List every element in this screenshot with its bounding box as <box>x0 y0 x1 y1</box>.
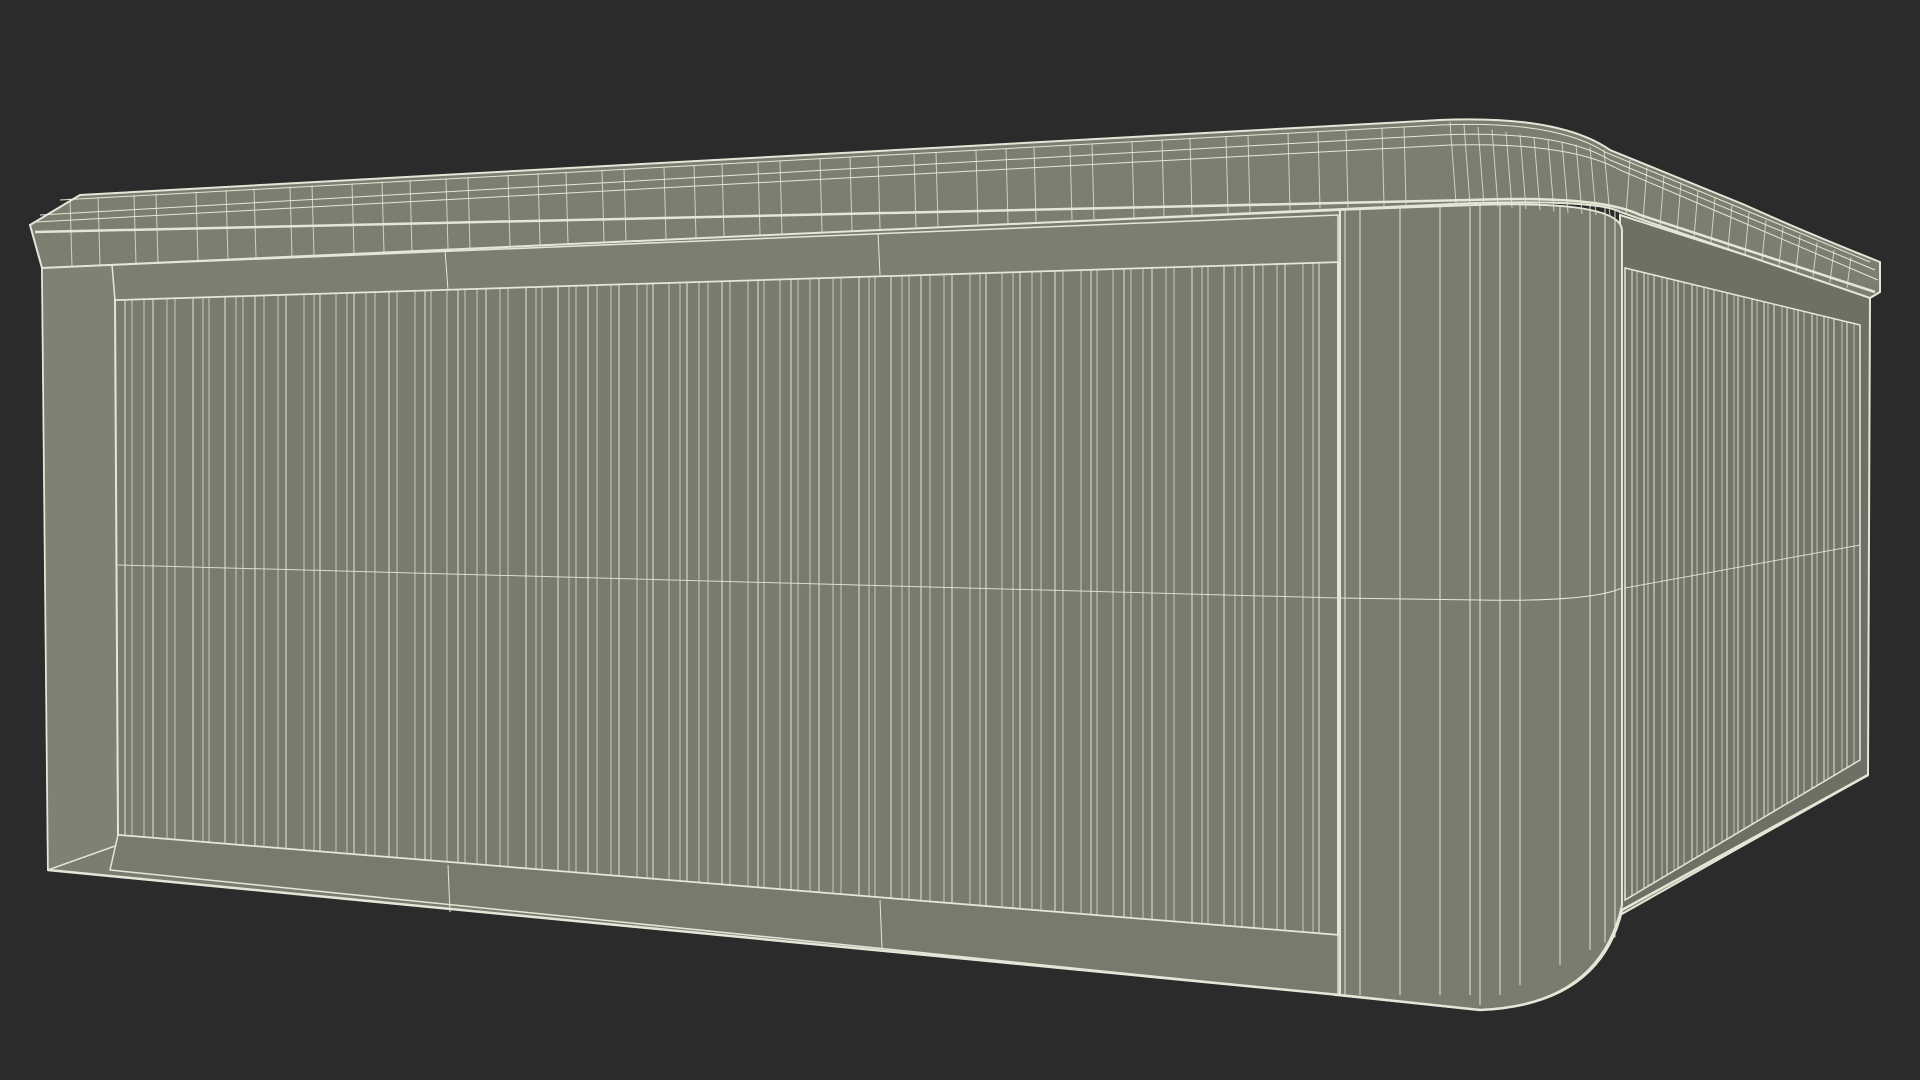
hot-tub-wireframe-model <box>0 0 1920 1080</box>
front-slatted-panel <box>113 260 1339 937</box>
corner-post <box>1334 203 1623 1012</box>
render-viewport <box>0 0 1920 1080</box>
front-left-post <box>41 261 119 872</box>
